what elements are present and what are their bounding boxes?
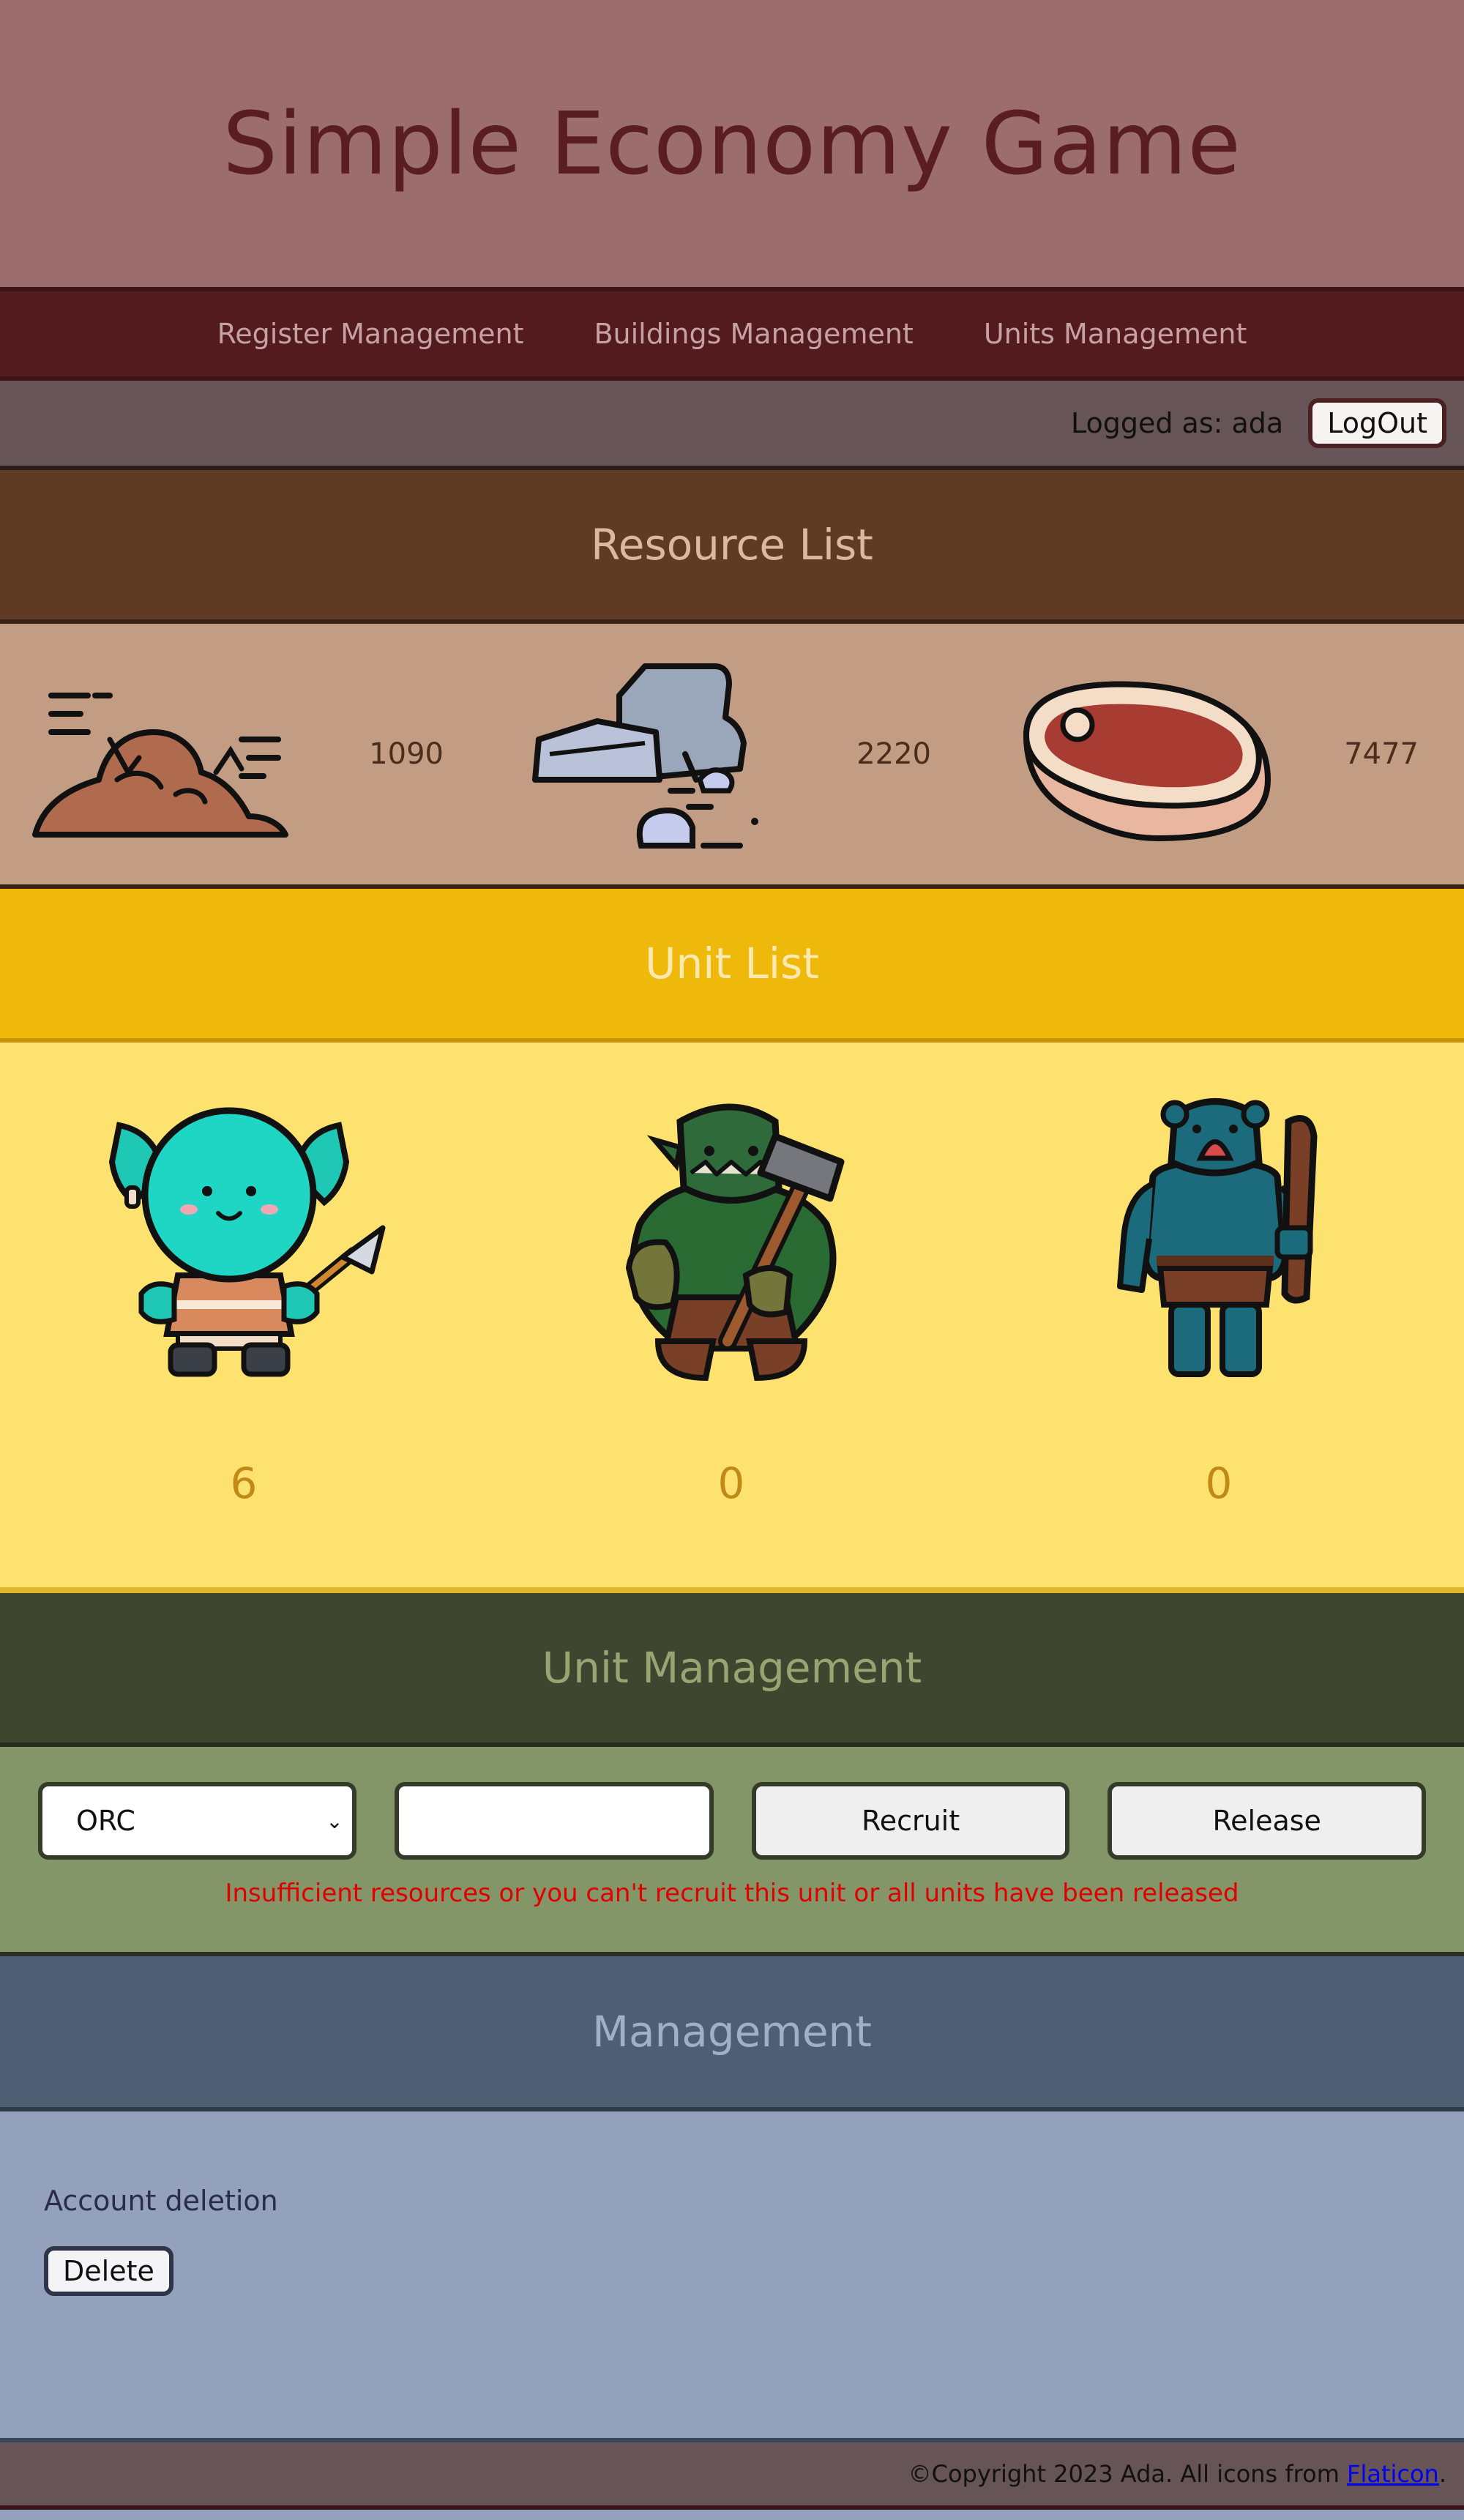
resource-meat: 7477 bbox=[975, 659, 1463, 849]
unit-management-panel: ORC ⌄ Recruit Release Insufficient resou… bbox=[0, 1747, 1464, 1956]
copyright-suffix: . bbox=[1438, 2460, 1446, 2488]
goblin-spearman-icon bbox=[108, 1107, 386, 1377]
meat-steak-icon bbox=[1023, 681, 1271, 842]
unit-type-select-value: ORC bbox=[76, 1805, 135, 1837]
unit-orc-count: 0 bbox=[717, 1458, 745, 1508]
unit-orc: 0 bbox=[488, 1043, 975, 1587]
management-panel: Account deletion Delete bbox=[0, 2111, 1464, 2442]
stone-rocks-icon bbox=[532, 663, 758, 849]
delete-account-button[interactable]: Delete bbox=[44, 2246, 173, 2296]
nav-units-management[interactable]: Units Management bbox=[984, 318, 1247, 350]
resource-list-title: Resource List bbox=[591, 520, 873, 570]
unit-troll-count: 0 bbox=[1205, 1458, 1233, 1508]
unit-type-select[interactable]: ORC ⌄ bbox=[38, 1782, 356, 1860]
resource-stone-value: 2220 bbox=[856, 737, 931, 771]
resource-dirt-value: 1090 bbox=[369, 737, 444, 771]
unit-management-controls: ORC ⌄ Recruit Release bbox=[38, 1782, 1426, 1860]
resource-list-header: Resource List bbox=[0, 470, 1464, 624]
flaticon-link[interactable]: Flaticon bbox=[1347, 2460, 1439, 2488]
recruit-button[interactable]: Recruit bbox=[751, 1782, 1070, 1860]
account-deletion-label: Account deletion bbox=[44, 2185, 278, 2217]
chevron-down-icon: ⌄ bbox=[326, 1808, 343, 1833]
error-message: Insufficient resources or you can't recr… bbox=[225, 1879, 1239, 1908]
unit-goblin: 6 bbox=[0, 1043, 488, 1587]
unit-list-title: Unit List bbox=[645, 939, 819, 988]
page-title: Simple Economy Game bbox=[223, 93, 1241, 194]
logout-button[interactable]: LogOut bbox=[1308, 398, 1446, 448]
troll-club-icon bbox=[1117, 1098, 1318, 1377]
nav-buildings-management[interactable]: Buildings Management bbox=[594, 318, 913, 350]
unit-management-title: Unit Management bbox=[542, 1643, 922, 1693]
logged-user-label: Logged as: ada bbox=[1070, 407, 1284, 439]
copyright-text: ©Copyright 2023 Ada. All icons from Flat… bbox=[908, 2460, 1446, 2488]
site-header: Simple Economy Game bbox=[0, 0, 1464, 291]
unit-list-header: Unit List bbox=[0, 889, 1464, 1043]
resource-stone: 2220 bbox=[488, 652, 975, 857]
unit-list: 6 0 0 bbox=[0, 1043, 1464, 1593]
copyright-prefix: ©Copyright 2023 Ada. All icons from bbox=[908, 2460, 1348, 2488]
footer: ©Copyright 2023 Ada. All icons from Flat… bbox=[0, 2442, 1464, 2510]
unit-goblin-count: 6 bbox=[230, 1458, 258, 1508]
unit-quantity-input[interactable] bbox=[394, 1782, 714, 1860]
user-bar: Logged as: ada LogOut bbox=[0, 381, 1464, 470]
resource-list: 1090 2220 7477 bbox=[0, 624, 1464, 889]
dirt-pile-icon bbox=[32, 693, 288, 838]
unit-troll: 0 bbox=[975, 1043, 1463, 1587]
release-button[interactable]: Release bbox=[1108, 1782, 1426, 1860]
resource-dirt: 1090 bbox=[0, 670, 488, 838]
management-header: Management bbox=[0, 1956, 1464, 2111]
unit-management-header: Unit Management bbox=[0, 1593, 1464, 1747]
resource-meat-value: 7477 bbox=[1344, 737, 1419, 771]
orc-hammer-icon bbox=[625, 1103, 845, 1382]
nav-register-management[interactable]: Register Management bbox=[217, 318, 524, 350]
management-title: Management bbox=[591, 2007, 873, 2057]
main-nav: Register Management Buildings Management… bbox=[0, 291, 1464, 381]
